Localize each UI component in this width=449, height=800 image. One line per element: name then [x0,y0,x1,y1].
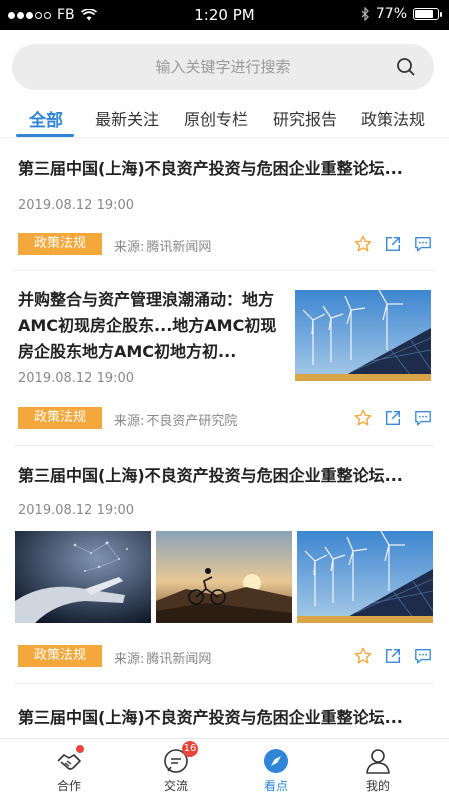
tab-all[interactable]: 全部 [29,106,63,131]
search-bar[interactable] [12,44,434,90]
article-actions [354,409,432,427]
nav-label: 交流 [163,779,188,793]
article-card[interactable]: 第三届中国(上海)不良资产投资与危困企业重整论坛... 2019.08.12 1… [18,156,432,261]
article-title[interactable]: 并购整合与资产管理浪潮涌动：地方AMC初现房企股东...地方AMC初现房企股东地… [18,287,280,365]
article-actions [354,647,432,665]
article-time: 2019.08.12 19:00 [18,198,135,213]
category-tabs: 全部 最新关注 原创专栏 研究报告 政策法规 [0,96,449,138]
tab-policy[interactable]: 政策法规 [361,106,425,130]
source-label: 来源: [114,414,145,429]
source-name: 不良资产研究院 [146,414,238,429]
tab-original[interactable]: 原创专栏 [184,106,248,130]
nav-label: 我的 [365,779,390,793]
article-time: 2019.08.12 19:00 [18,503,135,518]
nav-chat[interactable]: 16 交流 [146,741,206,794]
source-label: 来源: [114,240,145,255]
article-time: 2019.08.12 19:00 [18,371,135,386]
article-title[interactable]: 第三届中国(上海)不良资产投资与危困企业重整论坛... [18,156,432,182]
article-thumbnail-solar[interactable] [297,531,433,623]
star-icon[interactable] [354,409,372,427]
category-tag[interactable]: 政策法规 [18,407,102,429]
notification-dot [76,745,84,753]
nav-highlights[interactable]: 看点 [246,747,306,794]
source-name: 腾讯新闻网 [146,652,212,667]
star-icon[interactable] [354,647,372,665]
divider [14,445,434,446]
article-title[interactable]: 第三届中国(上海)不良资产投资与危困企业重整论坛... [18,463,432,489]
source-label: 来源: [114,652,145,667]
source-name: 腾讯新闻网 [146,240,212,255]
handshake-icon [55,745,84,775]
divider [14,270,434,271]
category-tag[interactable]: 政策法规 [18,645,102,667]
bottom-nav: 合作 16 交流 看点 我的 [0,738,449,800]
share-icon[interactable] [384,409,402,427]
article-card[interactable]: 第三届中国(上海)不良资产投资与危困企业重整论坛... [18,705,432,735]
article-thumbnail-cyclist[interactable] [156,531,292,623]
divider [14,683,434,684]
tab-reports[interactable]: 研究报告 [273,106,337,130]
article-thumbnail-solar[interactable] [295,290,431,381]
status-right: 77% [361,6,442,22]
comment-icon[interactable] [414,409,432,427]
star-icon[interactable] [354,235,372,253]
status-bar: FB 1:20 PM 77% [0,0,449,30]
search-icon[interactable] [396,57,416,77]
tab-latest[interactable]: 最新关注 [95,106,159,130]
nav-cooperation[interactable]: 合作 [39,745,99,794]
nav-label: 看点 [263,779,288,793]
person-icon [364,747,392,775]
search-input[interactable] [12,44,434,90]
unread-badge: 16 [182,741,198,757]
bluetooth-icon [361,7,369,21]
share-icon[interactable] [384,235,402,253]
article-source: 来源: 不良资产研究院 [114,410,237,429]
share-icon[interactable] [384,647,402,665]
battery-icon [413,8,442,20]
category-tag[interactable]: 政策法规 [18,233,102,255]
comment-icon[interactable] [414,235,432,253]
tab-indicator [16,134,74,137]
compass-icon [262,747,290,775]
article-actions [354,235,432,253]
article-title[interactable]: 第三届中国(上海)不良资产投资与危困企业重整论坛... [18,705,432,731]
comment-icon[interactable] [414,647,432,665]
article-source: 来源: 腾讯新闻网 [114,648,211,667]
chat-icon: 16 [162,741,198,775]
battery-percent: 77% [375,6,407,22]
nav-label: 合作 [56,779,81,793]
nav-profile[interactable]: 我的 [348,747,408,794]
article-thumbnail-tech[interactable] [15,531,151,623]
article-source: 来源: 腾讯新闻网 [114,236,211,255]
